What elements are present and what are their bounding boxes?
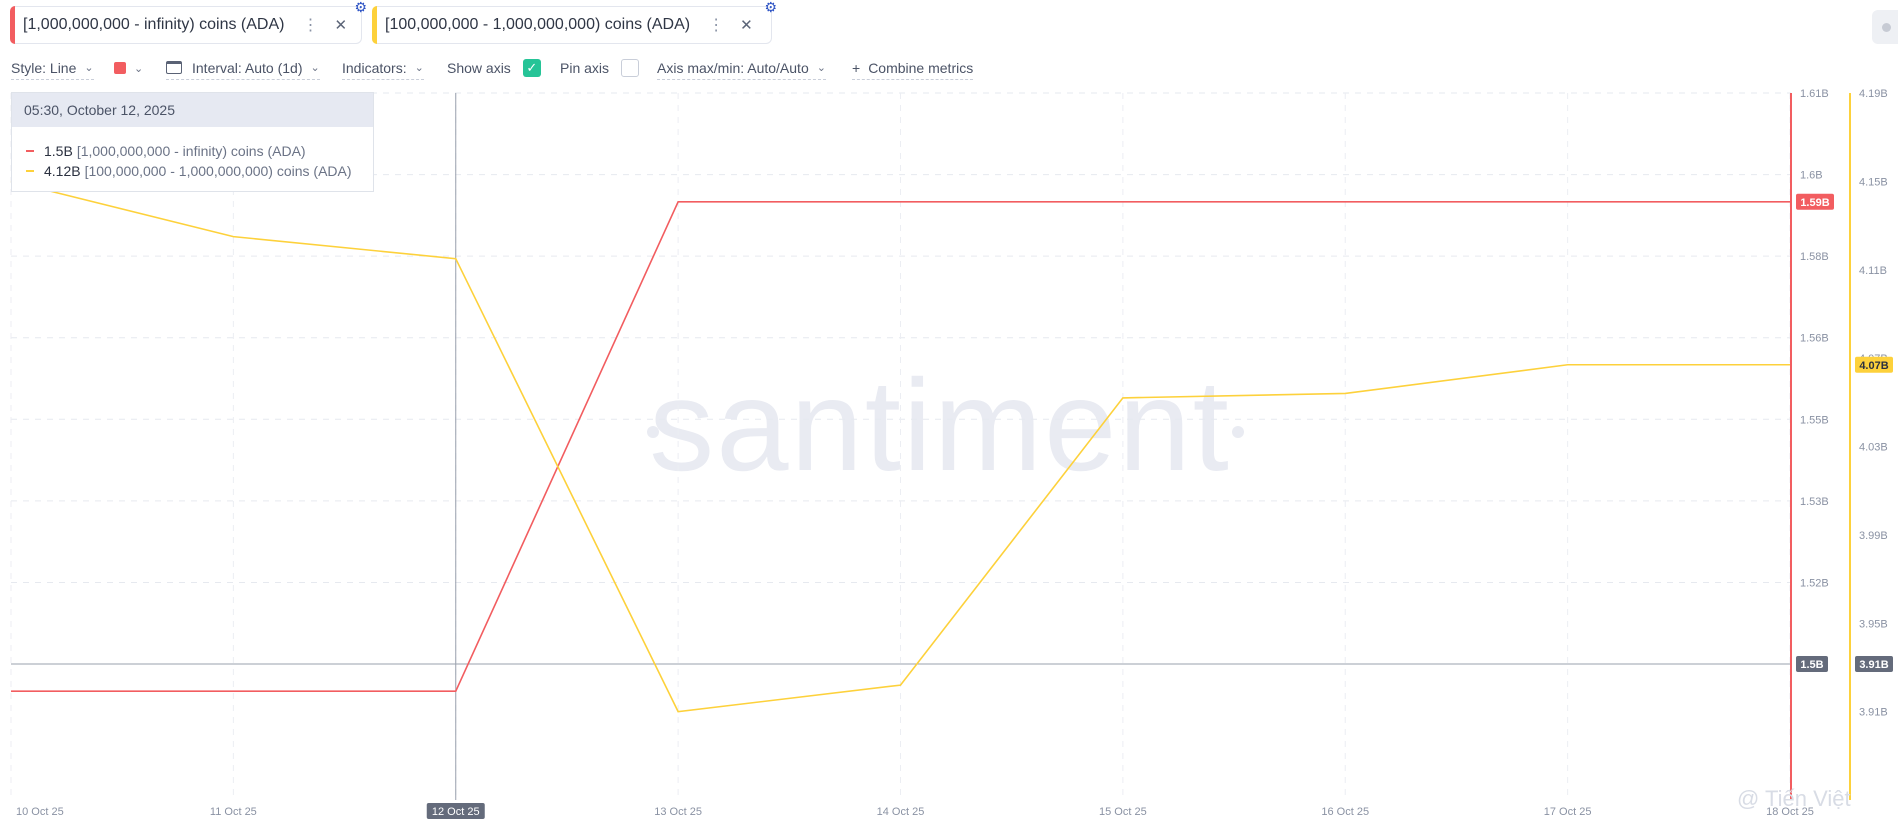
tooltip-date: 05:30, October 12, 2025 [12, 93, 373, 127]
crosshair-badge: 1.5B [1800, 659, 1823, 671]
tooltip-row: 1.5B [1,000,000,000 - infinity) coins (A… [12, 141, 373, 161]
tooltip-label: [1,000,000,000 - infinity) coins (ADA) [76, 143, 306, 159]
tick-label-y2: 4.11B [1859, 265, 1887, 277]
watermark-dot [647, 426, 659, 438]
footer-watermark: @ Tiến Việt [1737, 786, 1851, 811]
tick-label-y2: 3.91B [1859, 707, 1888, 719]
tick-label-y2: 3.99B [1859, 530, 1888, 542]
tick-label-y1: 1.58B [1800, 251, 1829, 263]
tick-label-y1: 1.6B [1800, 170, 1823, 182]
tick-label-y1: 1.56B [1800, 333, 1829, 345]
watermark-dot [1232, 426, 1244, 438]
tick-label-x: 14 Oct 25 [877, 806, 925, 818]
tick-label-x: 15 Oct 25 [1099, 806, 1147, 818]
last-value-badge: 4.07B [1859, 360, 1888, 372]
tick-label-y2: 3.95B [1859, 618, 1888, 630]
tick-label-y1: 1.53B [1800, 496, 1829, 508]
tick-label-x: 13 Oct 25 [654, 806, 702, 818]
tick-label-y1: 1.61B [1800, 88, 1829, 100]
tick-label-y2: 4.19B [1859, 88, 1888, 100]
series-swatch [26, 150, 34, 152]
tick-label-x: 12 Oct 25 [432, 806, 480, 818]
chart-tooltip: 05:30, October 12, 2025 1.5B [1,000,000,… [11, 92, 374, 192]
tooltip-value: 4.12B [44, 163, 81, 179]
tooltip-label: [100,000,000 - 1,000,000,000) coins (ADA… [84, 163, 352, 179]
santiment-watermark: santiment [649, 352, 1231, 498]
tick-label-x: 11 Oct 25 [210, 806, 257, 818]
tick-label-x: 17 Oct 25 [1544, 806, 1592, 818]
series-swatch [26, 170, 34, 172]
tick-label-y2: 4.15B [1859, 176, 1888, 188]
tick-label-x: 10 Oct 25 [16, 806, 64, 818]
tick-label-x: 16 Oct 25 [1321, 806, 1369, 818]
last-value-badge: 1.59B [1800, 197, 1829, 209]
tick-label-y2: 4.03B [1859, 442, 1888, 454]
tick-label-y1: 1.52B [1800, 577, 1829, 589]
tooltip-value: 1.5B [44, 143, 73, 159]
tooltip-row: 4.12B [100,000,000 - 1,000,000,000) coin… [12, 161, 373, 181]
tick-label-y1: 1.55B [1800, 414, 1829, 426]
crosshair-badge: 3.91B [1859, 659, 1888, 671]
